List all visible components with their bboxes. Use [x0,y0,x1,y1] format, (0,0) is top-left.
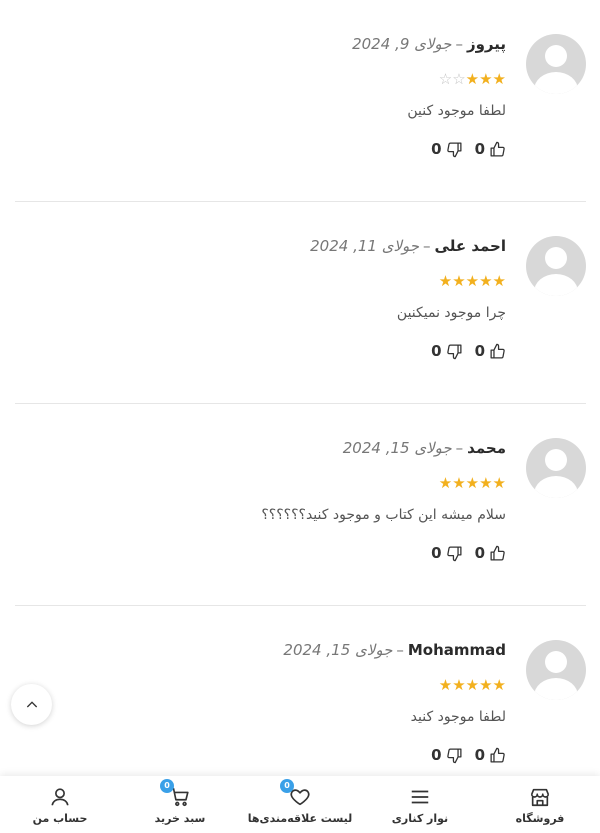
avatar [526,438,586,498]
star-filled-icon: ★ [479,70,493,88]
like-count: 0 [474,544,485,562]
thumbs-down-icon [446,343,462,359]
review-item: محمد–جولای 15, 2024 ★★★★★ سلام میشه این … [15,404,586,606]
like-count: 0 [474,342,485,360]
nav-shop-label: فروشگاه [515,811,565,825]
thumbs-down-icon [446,747,462,763]
bottom-navigation: فروشگاه نوار کناری 0 لیست علاقه‌مندی‌ها … [0,776,600,833]
dislike-count: 0 [431,544,442,562]
review-meta: محمد–جولای 15, 2024 [343,439,506,457]
meta-separator: – [423,237,431,255]
avatar [526,640,586,700]
like-button[interactable]: 0 [475,140,506,158]
thumbs-down-icon [446,545,462,561]
review-date: جولای 11, 2024 [310,237,420,255]
dislike-button[interactable]: 0 [431,746,462,764]
star-rating: ★★★★★ [439,474,506,492]
like-count: 0 [474,140,485,158]
star-filled-icon: ★ [479,272,493,290]
nav-account-label: حساب من [32,811,88,825]
avatar [526,236,586,296]
star-filled-icon: ★ [492,70,506,88]
star-rating: ★★★★★ [439,272,506,290]
review-author: Mohammad [407,641,506,659]
nav-wishlist[interactable]: 0 لیست علاقه‌مندی‌ها [240,776,360,833]
dislike-button[interactable]: 0 [431,342,462,360]
star-filled-icon: ★ [492,676,506,694]
menu-icon [411,790,429,803]
nav-account[interactable]: حساب من [0,776,120,833]
scroll-to-top-button[interactable] [11,684,52,725]
meta-separator: – [396,641,404,659]
avatar [526,34,586,94]
star-filled-icon: ★ [452,676,466,694]
review-votes: 0 0 [431,140,506,158]
store-icon [530,788,550,806]
star-rating: ★★★☆☆ [439,70,506,88]
star-filled-icon: ★ [465,272,480,290]
review-author: محمد [467,439,506,457]
like-button[interactable]: 0 [475,746,506,764]
like-button[interactable]: 0 [475,342,506,360]
review-votes: 0 0 [431,544,506,562]
star-filled-icon: ★ [492,474,506,492]
star-empty-icon: ☆ [438,70,453,88]
dislike-count: 0 [431,342,442,360]
review-meta: احمد علی–جولای 11, 2024 [310,237,506,255]
star-filled-icon: ★ [465,676,480,694]
thumbs-down-icon [446,141,462,157]
nav-cart-label: سبد خرید [154,811,206,825]
review-text: لطفا موجود کنین [407,103,506,119]
review-text: چرا موجود نمیکنین [396,305,506,321]
review-date: جولای 15, 2024 [342,439,452,457]
nav-sidebar[interactable]: نوار کناری [360,776,480,833]
star-filled-icon: ★ [452,474,466,492]
dislike-button[interactable]: 0 [431,140,462,158]
thumbs-up-icon [490,141,505,157]
user-icon [51,787,69,805]
star-filled-icon: ★ [479,676,493,694]
review-item: احمد علی–جولای 11, 2024 ★★★★★ چرا موجود … [15,202,586,404]
star-empty-icon: ☆ [452,70,466,88]
star-filled-icon: ★ [479,474,493,492]
star-filled-icon: ★ [438,676,453,694]
review-text: سلام میشه این کتاب و موجود کنید؟؟؟؟؟؟ [261,507,506,523]
like-count: 0 [474,746,485,764]
star-rating: ★★★★★ [439,676,506,694]
review-author: پیروز [466,35,506,53]
review-date: جولای 9, 2024 [352,35,452,53]
thumbs-up-icon [490,343,505,359]
dislike-count: 0 [431,746,442,764]
nav-wishlist-label: لیست علاقه‌مندی‌ها [247,811,353,825]
wishlist-count-badge: 0 [280,778,294,793]
review-votes: 0 0 [431,746,506,764]
thumbs-up-icon [490,545,505,561]
review-date: جولای 15, 2024 [283,641,393,659]
review-meta: پیروز–جولای 9, 2024 [352,35,506,53]
meta-separator: – [455,439,464,457]
star-filled-icon: ★ [465,70,480,88]
review-votes: 0 0 [431,342,506,360]
dislike-button[interactable]: 0 [431,544,462,562]
nav-shop[interactable]: فروشگاه [480,776,600,833]
chevron-up-icon [26,700,37,707]
thumbs-up-icon [490,747,505,763]
review-author: احمد علی [434,237,506,255]
dislike-count: 0 [431,140,442,158]
nav-cart[interactable]: 0 سبد خرید [120,776,240,833]
star-filled-icon: ★ [452,272,466,290]
review-text: لطفا موجود کنید [410,709,506,725]
star-filled-icon: ★ [438,474,453,492]
cart-count-badge: 0 [160,778,174,793]
star-filled-icon: ★ [492,272,506,290]
like-button[interactable]: 0 [475,544,506,562]
star-filled-icon: ★ [465,474,480,492]
review-item: پیروز–جولای 9, 2024 ★★★☆☆ لطفا موجود کنی… [15,0,586,202]
meta-separator: – [455,35,463,53]
star-filled-icon: ★ [438,272,453,290]
review-meta: Mohammad–جولای 15, 2024 [283,641,506,659]
nav-sidebar-label: نوار کناری [391,811,449,825]
